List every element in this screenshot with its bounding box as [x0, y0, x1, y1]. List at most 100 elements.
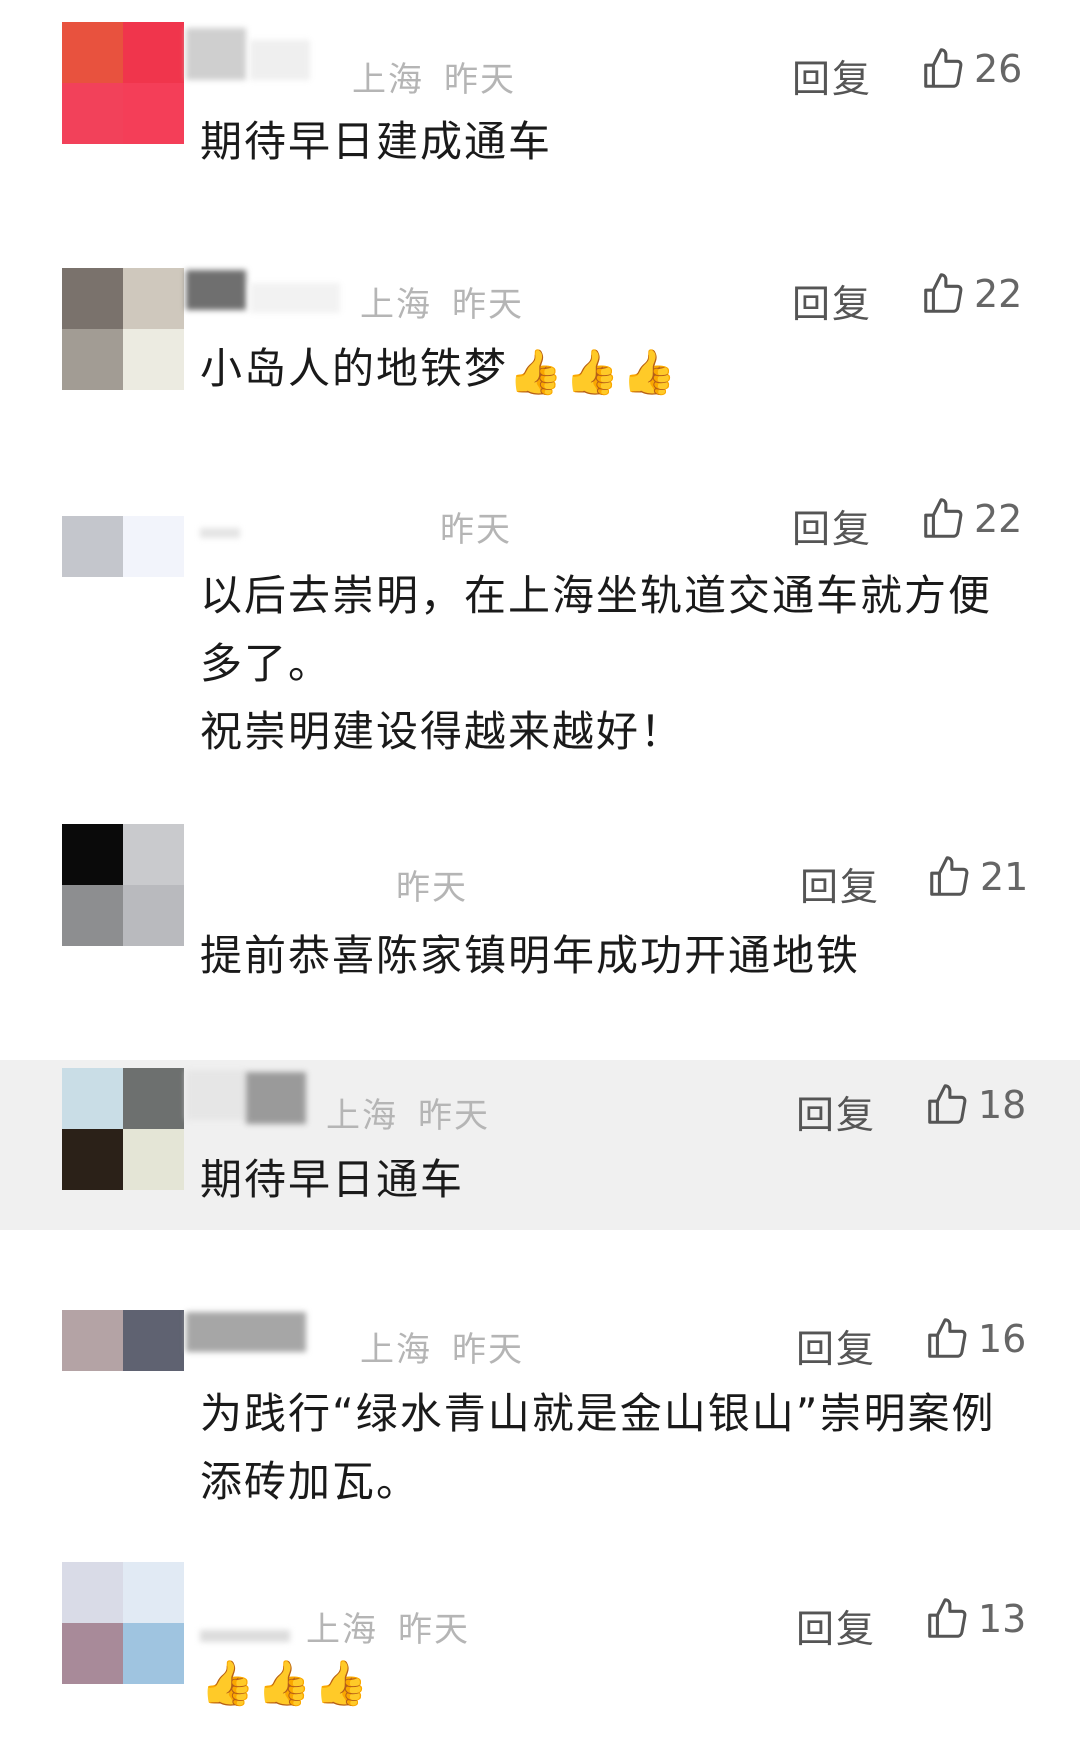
- reply-button[interactable]: 回复: [796, 1318, 876, 1373]
- avatar-pixel: [62, 268, 123, 329]
- thumbs-up-icon: [928, 1598, 967, 1638]
- comment-meta: 上海 昨天: [306, 1602, 470, 1651]
- comment-location: 上海: [360, 1330, 432, 1370]
- like-count: 26: [974, 47, 1023, 91]
- comment-text-line: 祝崇明建设得越来越好！: [200, 707, 685, 756]
- avatar-pixel: [123, 577, 184, 638]
- reply-button[interactable]: 回复: [796, 1084, 876, 1139]
- avatar-pixel: [123, 329, 184, 390]
- thumbs-up-icon: [930, 856, 969, 896]
- avatar-pixel: [62, 1623, 123, 1684]
- comment-text-line: 为践行“绿水青山就是金山银山”崇明案例: [200, 1389, 996, 1438]
- like-count: 18: [978, 1083, 1027, 1127]
- avatar-pixel: [62, 1310, 123, 1371]
- username-redacted: [200, 1630, 290, 1642]
- avatar-pixel: [62, 577, 123, 638]
- comment-time: 昨天: [440, 510, 512, 550]
- avatar[interactable]: [62, 824, 184, 946]
- avatar-pixel: [62, 329, 123, 390]
- like-button[interactable]: 26: [920, 46, 1022, 92]
- like-count: 21: [980, 855, 1029, 899]
- like-button[interactable]: 22: [920, 496, 1022, 542]
- avatar-pixel: [123, 885, 184, 946]
- avatar[interactable]: [62, 1068, 184, 1190]
- username-redacted: [250, 40, 310, 80]
- comment-text-content: 小岛人的地铁梦: [200, 344, 509, 393]
- comment-location: 上海: [306, 1610, 378, 1650]
- avatar-pixel: [123, 83, 184, 144]
- comment-item: 上海 昨天 回复 16 为践行“绿水青山就是金山银山”崇明案例 添砖加瓦。: [0, 1230, 1080, 1530]
- like-button[interactable]: 21: [926, 854, 1028, 900]
- thumbs-up-emoji: 👍👍👍: [200, 1658, 371, 1709]
- comment-text: 小岛人的地铁梦👍👍👍: [200, 335, 1020, 403]
- avatar-pixel: [123, 1562, 184, 1623]
- avatar-pixel: [62, 1129, 123, 1190]
- reply-button[interactable]: 回复: [792, 273, 872, 328]
- avatar[interactable]: [62, 1310, 184, 1371]
- avatar-pixel: [62, 22, 123, 83]
- username-redacted: [186, 1070, 246, 1120]
- comment-item: 上海 昨天 回复 13 👍👍👍: [0, 1530, 1080, 1747]
- thumbs-up-icon: [928, 1318, 967, 1358]
- comment-text: 提前恭喜陈家镇明年成功开通地铁: [200, 922, 1020, 990]
- avatar[interactable]: [62, 268, 184, 390]
- comment-text-line: 小岛人的地铁梦👍👍👍: [200, 335, 1020, 403]
- comment-text-line: 提前恭喜陈家镇明年成功开通地铁: [200, 931, 861, 980]
- comment-text-line: 期待早日建成通车: [200, 117, 553, 166]
- comment-time: 昨天: [398, 1610, 470, 1650]
- thumbs-up-icon: [924, 273, 963, 313]
- like-button[interactable]: 16: [924, 1316, 1026, 1362]
- avatar-pixel: [123, 268, 184, 329]
- comment-location: 上海: [326, 1096, 398, 1136]
- comment-meta: 上海 昨天: [360, 1322, 524, 1371]
- thumbs-up-icon: [924, 48, 963, 88]
- avatar-pixel: [123, 1129, 184, 1190]
- username-redacted: [200, 528, 240, 538]
- like-button[interactable]: 13: [924, 1596, 1026, 1642]
- comment-time: 昨天: [418, 1096, 490, 1136]
- like-count: 22: [974, 272, 1023, 316]
- comment-list: 上海 昨天 回复 26 期待早日建成通车 上海 昨天 回复 22 小岛人的地铁梦👍: [0, 0, 1080, 1747]
- avatar-pixel: [123, 1623, 184, 1684]
- like-button[interactable]: 18: [924, 1082, 1026, 1128]
- comment-location: 上海: [352, 60, 424, 100]
- reply-button[interactable]: 回复: [792, 498, 872, 553]
- avatar-pixel: [123, 22, 184, 83]
- avatar-pixel: [123, 1310, 184, 1371]
- like-button[interactable]: 22: [920, 271, 1022, 317]
- thumbs-up-emoji: 👍👍👍: [508, 347, 679, 398]
- thumbs-up-icon: [924, 498, 963, 538]
- avatar[interactable]: [62, 516, 184, 638]
- comment-text: 为践行“绿水青山就是金山银山”崇明案例 添砖加瓦。: [200, 1380, 1020, 1516]
- avatar-pixel: [62, 83, 123, 144]
- comment-item: 上海 昨天 回复 26 期待早日建成通车: [0, 0, 1080, 225]
- like-count: 13: [978, 1597, 1027, 1641]
- reply-button[interactable]: 回复: [796, 1598, 876, 1653]
- avatar[interactable]: [62, 1562, 184, 1684]
- username-redacted: [246, 1072, 306, 1124]
- comment-item: 上海 昨天 回复 22 小岛人的地铁梦👍👍👍: [0, 225, 1080, 450]
- comment-time: 昨天: [452, 1330, 524, 1370]
- username-redacted: [250, 283, 340, 313]
- comment-text: 以后去崇明，在上海坐轨道交通车就方便 多了。 祝崇明建设得越来越好！: [200, 562, 1020, 766]
- reply-button[interactable]: 回复: [800, 856, 880, 911]
- avatar-pixel: [123, 516, 184, 577]
- avatar-pixel: [62, 824, 123, 885]
- reply-button[interactable]: 回复: [792, 48, 872, 103]
- comment-meta: 上海 昨天: [360, 277, 524, 326]
- comment-text: 期待早日通车: [200, 1146, 1020, 1214]
- like-count: 16: [978, 1317, 1027, 1361]
- avatar-pixel: [123, 824, 184, 885]
- comment-meta: 上海 昨天: [352, 52, 516, 101]
- username-redacted: [186, 1312, 306, 1352]
- avatar-pixel: [62, 516, 123, 577]
- username-redacted: [186, 28, 246, 80]
- avatar[interactable]: [62, 22, 184, 144]
- comment-text-line: 添砖加瓦。: [200, 1457, 421, 1506]
- comment-item: 昨天 回复 22 以后去崇明，在上海坐轨道交通车就方便 多了。 祝崇明建设得越来…: [0, 450, 1080, 810]
- comment-time: 昨天: [444, 60, 516, 100]
- comment-meta: 上海 昨天: [326, 1088, 490, 1137]
- comment-location: 上海: [360, 285, 432, 325]
- comment-text-line: 以后去崇明，在上海坐轨道交通车就方便: [200, 571, 993, 620]
- avatar-pixel: [62, 1068, 123, 1129]
